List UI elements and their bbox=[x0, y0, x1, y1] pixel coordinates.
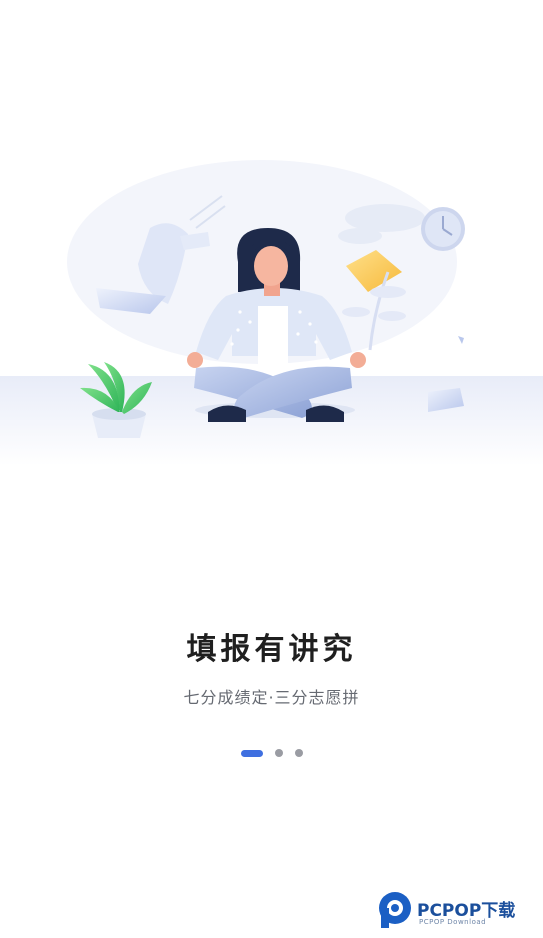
watermark: PCPOP下载 PCPOP Download bbox=[377, 888, 543, 934]
clock-icon bbox=[421, 207, 465, 251]
page-dot[interactable] bbox=[274, 749, 283, 757]
pcpop-logo-icon bbox=[379, 892, 411, 928]
watermark-tagline: PCPOP Download bbox=[419, 918, 487, 926]
page-indicator bbox=[0, 748, 543, 758]
onboarding-screen: 填报有讲究 七分成绩定·三分志愿拼 PCPOP下载 PCPOP Download bbox=[0, 0, 543, 938]
page-title: 填报有讲究 bbox=[186, 632, 357, 667]
meditation-illustration bbox=[0, 160, 543, 466]
page-dot[interactable] bbox=[294, 749, 303, 757]
page-dot-active[interactable] bbox=[240, 749, 263, 757]
page-subtitle: 七分成绩定·三分志愿拼 bbox=[183, 688, 360, 707]
